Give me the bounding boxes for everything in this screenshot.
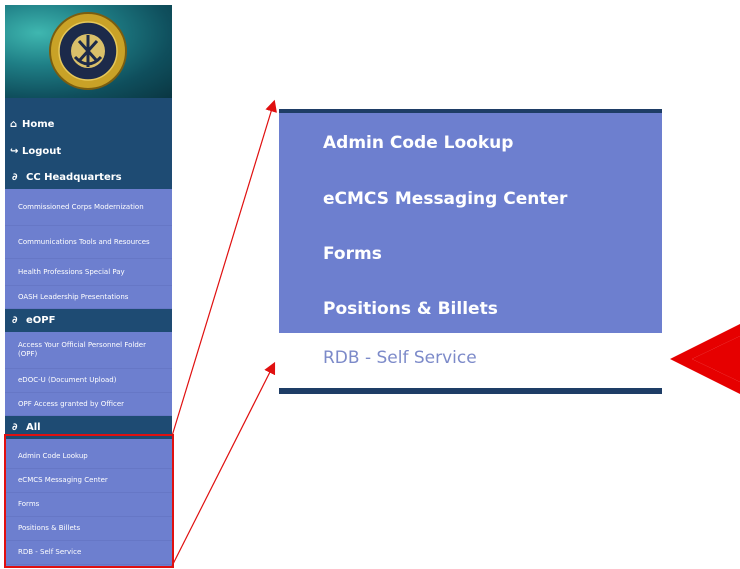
zoom-item-positions-billets[interactable]: Positions & Billets	[323, 299, 498, 319]
zoomed-menu-panel: Admin Code Lookup eCMCS Messaging Center…	[279, 109, 662, 395]
arrow-top	[171, 99, 277, 437]
zoom-item-rdb-self-service[interactable]: RDB - Self Service	[323, 348, 477, 368]
zoom-item-forms[interactable]: Forms	[323, 244, 382, 264]
zoom-item-admin-code-lookup[interactable]: Admin Code Lookup	[323, 133, 513, 153]
arrow-bottom	[171, 361, 276, 567]
chevron-left-icon	[670, 324, 740, 394]
zoom-bottom-bar	[279, 388, 662, 394]
zoom-highlighted-row[interactable]: RDB - Self Service	[279, 333, 662, 388]
zoom-item-ecmcs-messaging[interactable]: eCMCS Messaging Center	[323, 189, 567, 209]
zoom-menu-items: Admin Code Lookup eCMCS Messaging Center…	[279, 113, 662, 333]
